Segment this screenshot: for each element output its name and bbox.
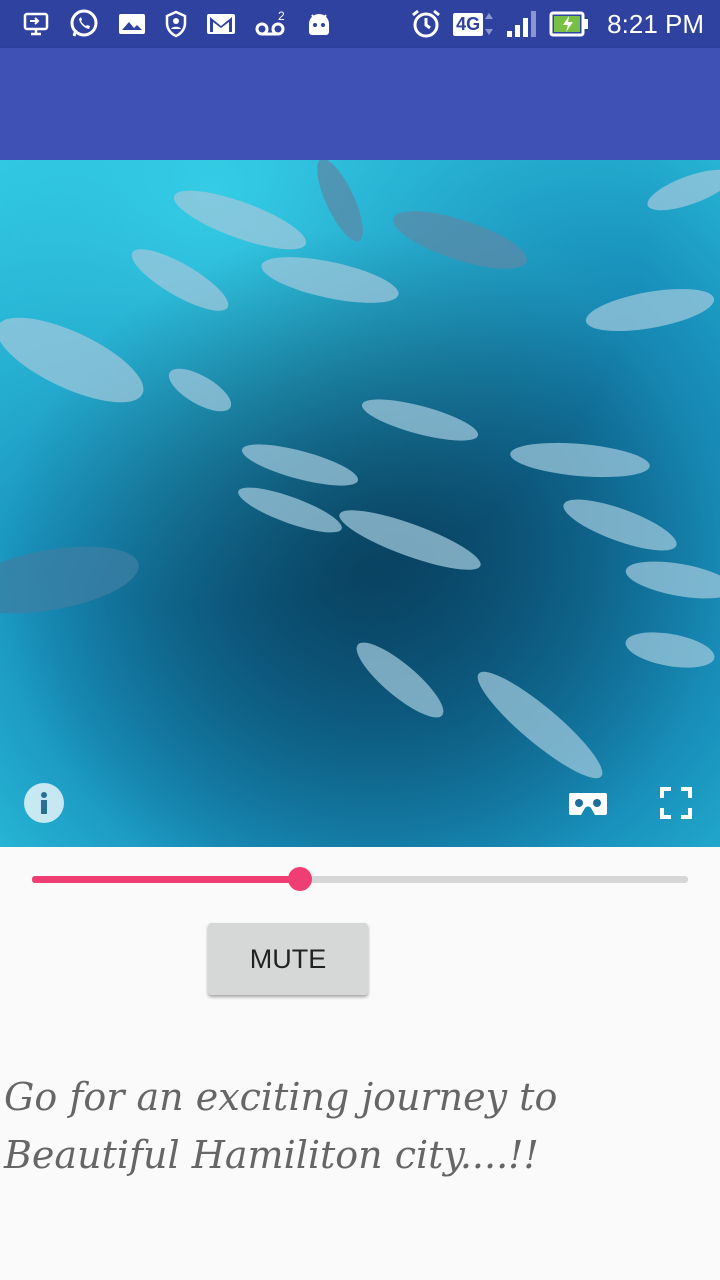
whatsapp-icon: [68, 8, 100, 40]
fullscreen-button[interactable]: [660, 787, 692, 824]
screen-cast-icon: [22, 10, 50, 38]
clock: 8:21 PM: [607, 8, 704, 39]
gallery-icon: [118, 12, 146, 36]
voicemail-count: 2: [278, 9, 285, 23]
alarm-icon: [409, 7, 443, 41]
mute-button[interactable]: MUTE: [208, 923, 368, 995]
cardboard-vr-button[interactable]: [568, 790, 608, 823]
app-bar: [0, 48, 720, 160]
slider-thumb[interactable]: [287, 867, 312, 891]
signal-icon: [505, 9, 539, 39]
battery-charging-icon: [549, 10, 589, 38]
shield-icon: [164, 10, 188, 38]
android-icon: [306, 10, 332, 38]
seek-slider[interactable]: [32, 860, 688, 898]
info-button[interactable]: [24, 783, 64, 823]
info-icon: [41, 792, 47, 814]
caption-text: Go for an exciting journey to Beautiful …: [4, 1075, 558, 1177]
fullscreen-icon: [660, 787, 692, 819]
cardboard-vr-icon: [569, 793, 607, 815]
status-bar: 2 4G 8:21 PM: [0, 0, 720, 48]
network-4g-icon: 4G: [453, 10, 495, 38]
network-type: 4G: [453, 12, 484, 36]
slider-progress: [32, 876, 300, 883]
voicemail-icon: 2: [254, 9, 288, 39]
vr-video-view[interactable]: [0, 160, 720, 847]
gmail-icon: [206, 12, 236, 36]
video-frame: [0, 160, 720, 847]
